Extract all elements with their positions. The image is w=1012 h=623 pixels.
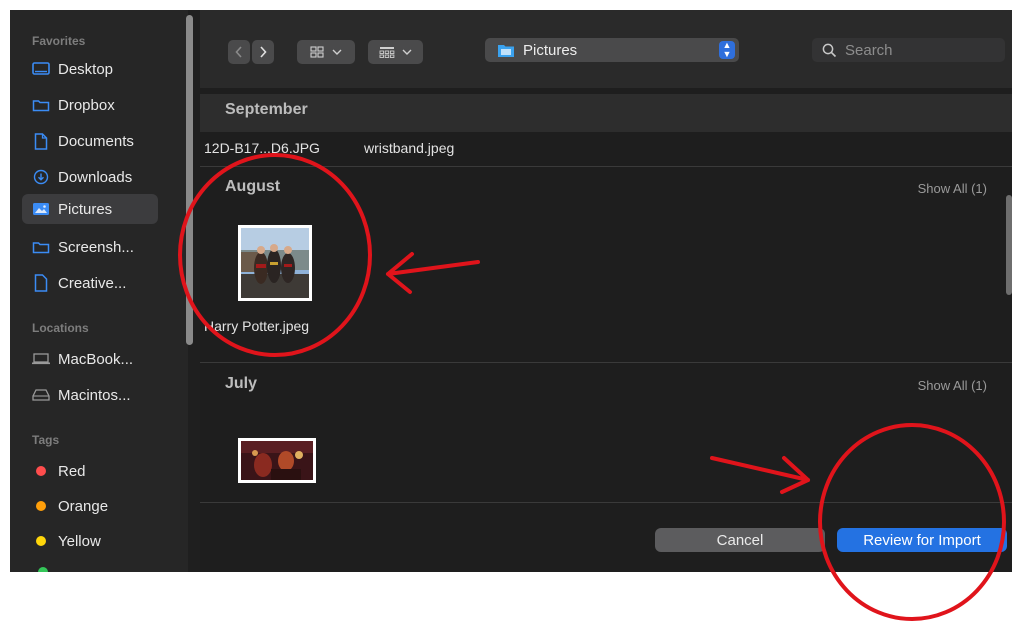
- sidebar-item-macintosh[interactable]: Macintos...: [22, 380, 158, 410]
- file-name[interactable]: wristband.jpeg: [364, 140, 454, 156]
- tags-heading: Tags: [32, 433, 60, 447]
- toolbar: Pictures ▲ ▼ Search: [200, 10, 1012, 88]
- sidebar-item-screenshots[interactable]: Screensh...: [22, 232, 158, 262]
- chevron-right-icon: [260, 46, 267, 58]
- divider: [200, 502, 1012, 503]
- chevron-down-icon: [332, 49, 342, 55]
- download-icon: [28, 169, 54, 185]
- photo-thumbnail-july[interactable]: [238, 438, 316, 483]
- up-down-chevron-icon: ▲ ▼: [719, 41, 735, 59]
- group-grid-icon: [379, 47, 395, 58]
- folder-icon: [28, 240, 54, 254]
- sidebar-tag-red[interactable]: Red: [22, 456, 158, 486]
- content-area: Pictures ▲ ▼ Search September 12D-B17...D…: [200, 10, 1012, 572]
- red-tag-dot: [28, 466, 54, 476]
- yellow-tag-dot: [28, 536, 54, 546]
- sidebar-item-label: Screensh...: [58, 238, 134, 256]
- sidebar-item-label: Orange: [58, 497, 109, 515]
- sidebar-item-label: Yellow: [58, 532, 101, 550]
- section-title-august: August: [225, 178, 281, 195]
- content-scrollbar[interactable]: [1006, 195, 1012, 295]
- section-title-july: July: [225, 375, 258, 392]
- sidebar-item-dropbox[interactable]: Dropbox: [22, 90, 158, 120]
- section-title-september: September: [225, 101, 308, 118]
- show-all-july-link[interactable]: Show All (1): [918, 378, 987, 393]
- location-label: Pictures: [523, 41, 578, 59]
- sidebar-tag-orange[interactable]: Orange: [22, 491, 158, 521]
- locations-heading: Locations: [32, 321, 89, 335]
- drive-icon: [28, 389, 54, 401]
- desktop-icon: [28, 62, 54, 76]
- file-name[interactable]: 12D-B17...D6.JPG: [204, 140, 320, 156]
- back-button[interactable]: [228, 40, 250, 64]
- location-popup[interactable]: Pictures ▲ ▼: [485, 38, 739, 62]
- sidebar-item-desktop[interactable]: Desktop: [22, 54, 158, 84]
- september-header: [200, 94, 1012, 132]
- file-picker-window: Favorites Desktop Dropbox Documents Down…: [10, 10, 1012, 572]
- show-all-august-link[interactable]: Show All (1): [918, 181, 987, 196]
- favorites-heading: Favorites: [32, 34, 86, 48]
- orange-tag-dot: [28, 501, 54, 511]
- divider: [200, 362, 1012, 363]
- sidebar-item-pictures[interactable]: Pictures: [22, 194, 158, 224]
- search-field[interactable]: Search: [812, 38, 1005, 62]
- sidebar-item-label: Desktop: [58, 60, 114, 78]
- document-icon: [28, 274, 54, 292]
- group-by-button[interactable]: [368, 40, 423, 64]
- document-icon: [28, 132, 54, 150]
- sidebar-item-label: Downloads: [58, 168, 133, 186]
- folder-icon: [28, 98, 54, 112]
- file-name[interactable]: Harry Potter.jpeg: [204, 318, 309, 334]
- green-tag-dot: [38, 567, 48, 572]
- sidebar-item-label: Dropbox: [58, 96, 115, 114]
- review-for-import-button[interactable]: Review for Import: [837, 528, 1007, 552]
- sidebar-item-creative[interactable]: Creative...: [22, 268, 158, 298]
- pictures-folder-icon: [497, 43, 515, 58]
- sidebar: Favorites Desktop Dropbox Documents Down…: [10, 10, 188, 572]
- view-mode-button[interactable]: [297, 40, 355, 64]
- forward-button[interactable]: [252, 40, 274, 64]
- sidebar-item-label: MacBook...: [58, 350, 134, 368]
- sidebar-item-documents[interactable]: Documents: [22, 126, 158, 156]
- sidebar-scrollbar[interactable]: [186, 15, 193, 345]
- pictures-icon: [28, 202, 54, 216]
- laptop-icon: [28, 353, 54, 365]
- photo-thumbnail-harry-potter[interactable]: [238, 225, 312, 301]
- search-placeholder: Search: [845, 41, 893, 59]
- grid-icon: [310, 46, 324, 58]
- sidebar-item-label: Pictures: [58, 200, 113, 218]
- cancel-button[interactable]: Cancel: [655, 528, 825, 552]
- sidebar-item-label: Documents: [58, 132, 134, 150]
- sidebar-item-macbook[interactable]: MacBook...: [22, 344, 158, 374]
- divider: [200, 166, 1012, 167]
- sidebar-item-downloads[interactable]: Downloads: [22, 162, 158, 192]
- chevron-down-icon: [402, 49, 412, 55]
- sidebar-tag-yellow[interactable]: Yellow: [22, 526, 158, 556]
- chevron-left-icon: [235, 46, 242, 58]
- sidebar-item-label: Macintos...: [58, 386, 131, 404]
- sidebar-item-label: Creative...: [58, 274, 127, 292]
- search-icon: [822, 43, 837, 57]
- sidebar-item-label: Red: [58, 462, 86, 480]
